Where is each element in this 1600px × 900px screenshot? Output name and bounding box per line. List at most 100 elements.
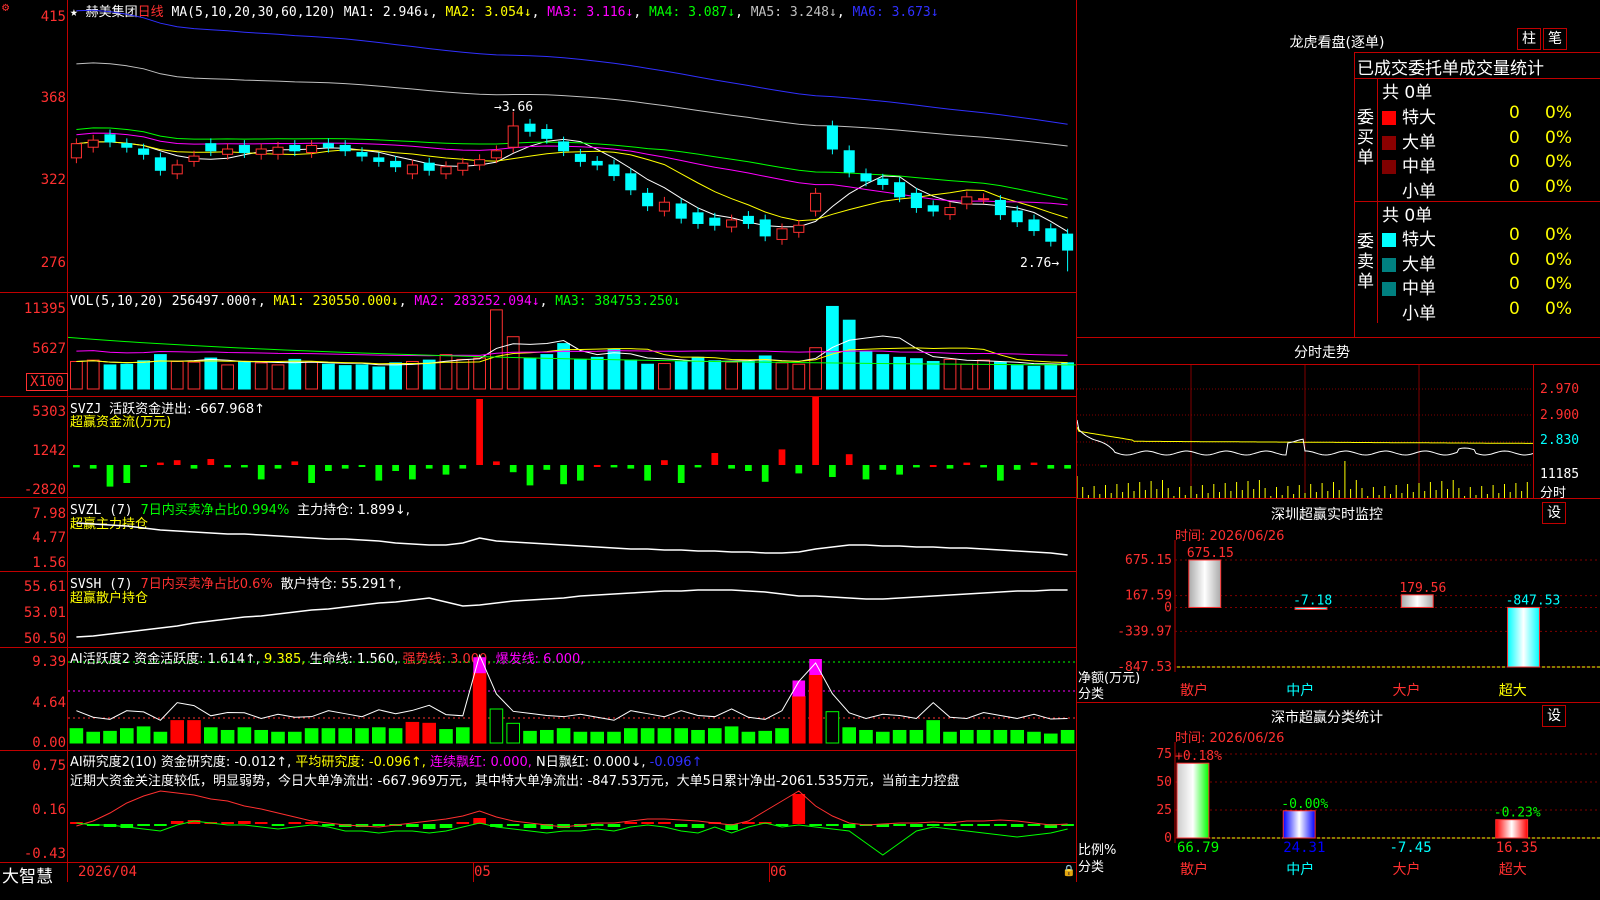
flow-bar	[509, 465, 517, 473]
candle	[188, 155, 200, 162]
order-row-3: 小单	[1382, 177, 1436, 202]
y-tick: 25	[1156, 803, 1172, 818]
bottom-value: 16.35	[1496, 840, 1538, 856]
flow-bar	[913, 465, 920, 468]
ai-active-chart[interactable]	[68, 648, 1076, 750]
volume-bar	[137, 360, 150, 390]
volume-chart[interactable]	[68, 293, 1076, 396]
ai-research-chart[interactable]	[68, 751, 1076, 862]
volume-bar	[254, 362, 268, 390]
lock-icon[interactable]: 🔒	[1062, 864, 1076, 877]
category-label: 散户	[1180, 861, 1208, 878]
sz-monitor-chart[interactable]: 675.15167.590-339.97-847.53675.15散户-7.18…	[1077, 540, 1600, 702]
research-bar	[893, 824, 906, 826]
volume-bar	[1010, 365, 1024, 390]
sz-classify-chart[interactable]: 75 50 25 0 +0.18% 66.79 散户 -0.00% 24.31 中户 -7.45 大户…	[1077, 742, 1600, 882]
volume-bar	[1027, 365, 1041, 390]
date-tick: 05	[474, 864, 491, 880]
candle	[709, 217, 721, 226]
research-bar	[1010, 824, 1024, 827]
intraday-title: 分时走势	[1294, 345, 1350, 361]
swatch-icon	[1382, 184, 1396, 199]
candle	[1045, 228, 1057, 242]
candle	[457, 162, 469, 171]
activity-bar	[120, 728, 134, 744]
flow-bar	[224, 465, 231, 468]
right-panel: 龙虎看盘(逐单) 柱 笔 已成交委托单成交量统计 委买单 共 0单 特大 0 0% 大…	[1077, 0, 1600, 882]
activity-bar	[86, 731, 100, 744]
volume-bar	[473, 357, 486, 390]
volume-bar	[893, 356, 906, 390]
activity-bar	[170, 720, 185, 744]
candlestick-chart[interactable]	[68, 0, 1076, 292]
volume-bar	[758, 355, 772, 390]
tick-view-button[interactable]: 笔	[1543, 28, 1567, 50]
flow-bar	[543, 465, 551, 470]
y-tick: 4.64	[32, 695, 66, 711]
volume-bar	[708, 360, 722, 390]
candle	[222, 148, 234, 155]
volume-bar	[960, 363, 974, 390]
volume-bar	[674, 360, 688, 390]
chart-area[interactable]: ⚙ 415 368 322 276 ★ 赫美集团日线 MA(5,10,20,30…	[0, 0, 1077, 887]
activity-bar	[556, 728, 571, 744]
category-label: 散户	[1180, 682, 1208, 699]
research-bar	[288, 822, 302, 824]
vol-ma-line	[76, 350, 1068, 357]
y-tick: 0.75	[32, 758, 66, 774]
swatch-icon	[1382, 233, 1396, 247]
volume-bar	[154, 354, 167, 390]
order-type: 特大	[1402, 108, 1436, 128]
candle	[238, 144, 250, 154]
intraday-chart[interactable]	[1077, 365, 1533, 498]
activity-bar	[153, 731, 168, 744]
sell-side-label: 委卖单	[1357, 232, 1374, 292]
order-type: 中单	[1402, 279, 1436, 299]
y-tick: 0.16	[32, 802, 66, 818]
retail-holding-chart[interactable]	[68, 572, 1076, 647]
fund-flow-chart[interactable]	[68, 397, 1076, 497]
ma60-line	[76, 62, 1068, 147]
volume-bar	[1044, 364, 1058, 390]
main-holding-chart[interactable]	[68, 498, 1076, 571]
order-pct: 0%	[1545, 176, 1572, 197]
order-type: 大单	[1402, 254, 1436, 275]
bottom-value: 66.79	[1177, 840, 1219, 856]
sz-monitor-title: 深圳超赢实时监控	[1271, 507, 1383, 523]
flow-bar	[778, 449, 786, 465]
order-row-1: 大单	[1382, 250, 1436, 275]
candle	[944, 207, 956, 216]
sz-monitor-settings-button[interactable]: 设	[1542, 502, 1566, 524]
candle	[205, 143, 217, 152]
candle	[406, 164, 418, 175]
swatch-icon	[1382, 257, 1396, 272]
flow-bar	[190, 465, 198, 469]
activity-bar	[674, 728, 689, 744]
volume-bar	[322, 363, 335, 390]
y-tick: 11185	[1540, 467, 1580, 482]
flow-bar	[677, 465, 685, 483]
activity-bar	[271, 731, 285, 744]
activity-bar	[288, 731, 302, 744]
flow-bar	[341, 465, 349, 469]
activity-bar	[489, 708, 504, 744]
y-tick: -0.43	[23, 846, 66, 862]
candle	[776, 228, 788, 240]
activity-bar	[758, 730, 773, 744]
volume-bar	[120, 363, 134, 390]
candle	[574, 153, 586, 162]
flow-bar	[946, 465, 954, 469]
net-bar	[1188, 559, 1222, 608]
activity-bar	[523, 730, 537, 744]
order-row-2: 中单	[1382, 152, 1436, 177]
y-tick: 1242	[32, 443, 66, 459]
sz-classify-settings-button[interactable]: 设	[1542, 705, 1566, 727]
activity-bar	[456, 727, 470, 744]
research-bar	[154, 824, 167, 826]
date-marker	[473, 862, 474, 882]
activity-bar	[237, 727, 252, 744]
volume-bar	[456, 358, 470, 390]
y-tick: 0.00	[32, 735, 66, 751]
order-type: 特大	[1402, 230, 1436, 250]
bar-view-button[interactable]: 柱	[1517, 28, 1541, 50]
